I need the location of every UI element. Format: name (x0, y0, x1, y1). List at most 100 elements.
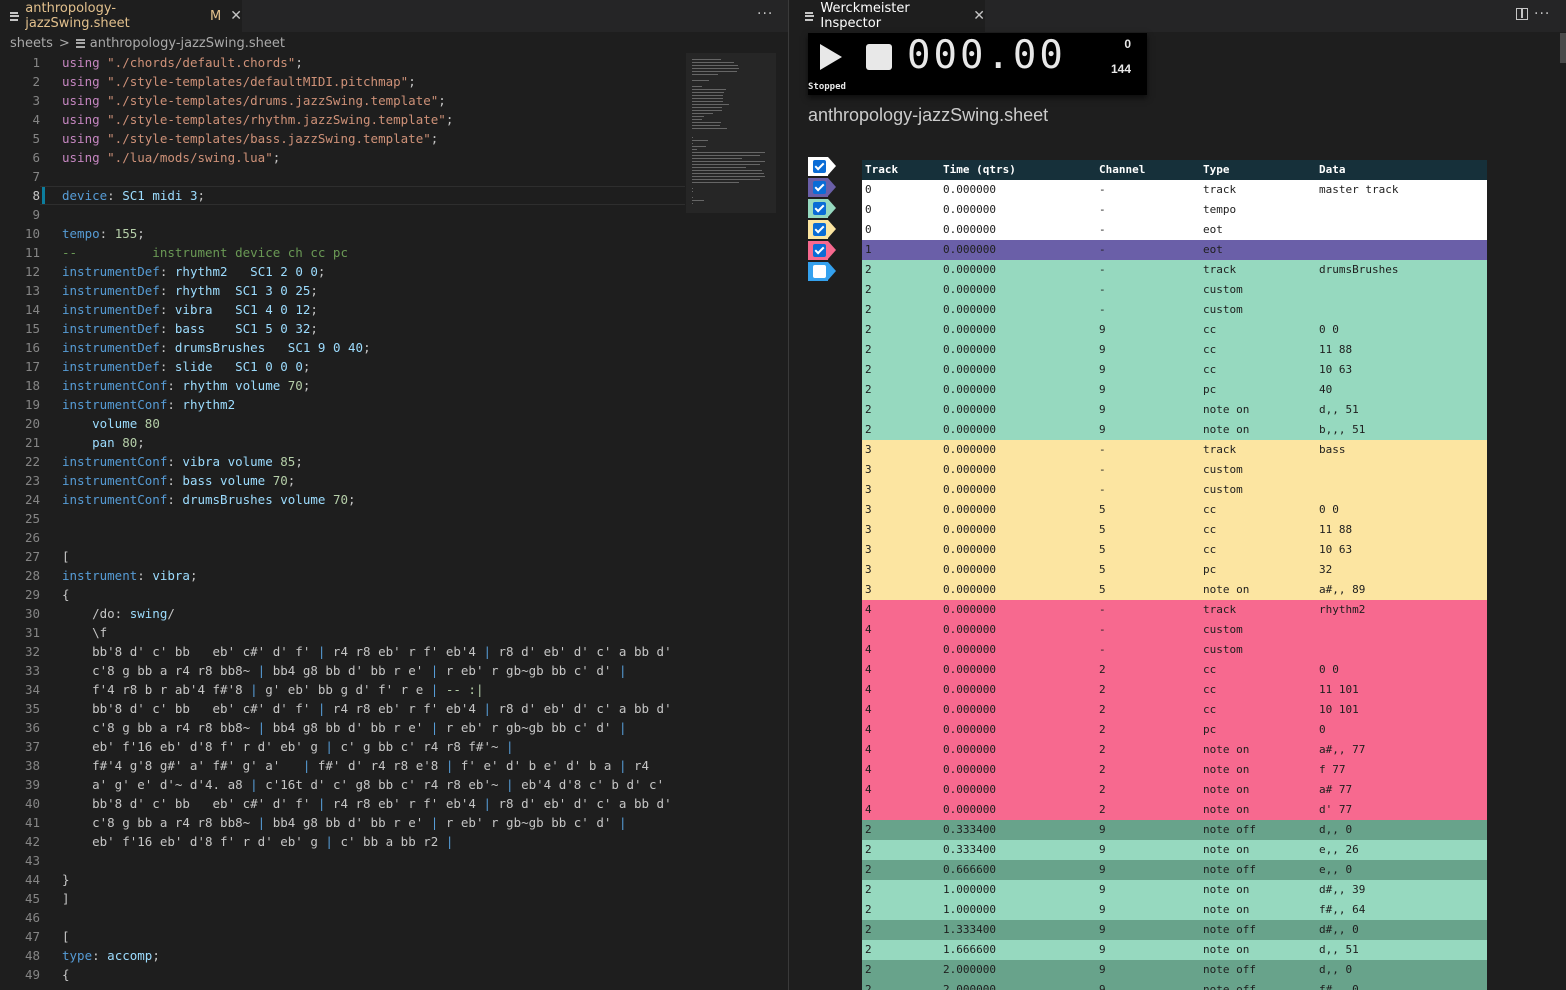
code-line[interactable]: [ (62, 927, 684, 946)
table-row[interactable]: 2 0.000000 9 cc 10 63 (862, 360, 1487, 380)
track-toggle[interactable] (808, 157, 838, 176)
code-line[interactable]: c'8 g bb a r4 r8 bb8~ | bb4 g8 bb d' bb … (62, 718, 684, 737)
code-line[interactable]: using "./chords/default.chords"; (62, 53, 684, 72)
table-row[interactable]: 2 0.000000 - custom (862, 300, 1487, 320)
table-row[interactable]: 0 0.000000 - track master track (862, 180, 1487, 200)
code-line[interactable]: eb' f'16 eb' d'8 f' r d' eb' g | c' bb a… (62, 832, 684, 851)
stop-icon[interactable] (866, 44, 892, 70)
code-line[interactable]: instrumentDef: slide SC1 0 0 0; (62, 357, 684, 376)
table-row[interactable]: 3 0.000000 - custom (862, 480, 1487, 500)
code-line[interactable]: c'8 g bb a r4 r8 bb8~ | bb4 g8 bb d' bb … (62, 813, 684, 832)
table-row[interactable]: 3 0.000000 5 cc 11 88 (862, 520, 1487, 540)
table-row[interactable]: 3 0.000000 5 pc 32 (862, 560, 1487, 580)
code-line[interactable]: tempo: 155; (62, 224, 684, 243)
code-line[interactable]: using "./lua/mods/swing.lua"; (62, 148, 684, 167)
table-row[interactable]: 2 1.333400 9 note off d#,, 0 (862, 920, 1487, 940)
table-row[interactable]: 2 0.333400 9 note on e,, 26 (862, 840, 1487, 860)
table-row[interactable]: 3 0.000000 - track bass (862, 440, 1487, 460)
code-line[interactable]: instrumentDef: drumsBrushes SC1 9 0 40; (62, 338, 684, 357)
table-row[interactable]: 4 0.000000 2 note on d' 77 (862, 800, 1487, 820)
split-editor-icon[interactable] (1516, 8, 1528, 20)
table-row[interactable]: 2 1.000000 9 note on d#,, 39 (862, 880, 1487, 900)
code-line[interactable]: /do: swing/ (62, 604, 684, 623)
code-line[interactable]: using "./style-templates/defaultMIDI.pit… (62, 72, 684, 91)
code-line[interactable] (62, 167, 684, 186)
code-line[interactable]: device: SC1 midi 3; (62, 186, 684, 205)
code-line[interactable]: pan 80; (62, 433, 684, 452)
minimap[interactable] (686, 53, 776, 213)
code-line[interactable]: c'8 g bb a r4 r8 bb8~ | bb4 g8 bb d' bb … (62, 661, 684, 680)
table-row[interactable]: 4 0.000000 2 cc 0 0 (862, 660, 1487, 680)
code-line[interactable]: a' g' e' d'~ d'4. a8 | c'16t d' c' g8 bb… (62, 775, 684, 794)
track-checkbox[interactable] (813, 181, 826, 194)
code-line[interactable]: instrumentDef: vibra SC1 4 0 12; (62, 300, 684, 319)
code-line[interactable]: { (62, 965, 684, 984)
track-toggle[interactable] (808, 241, 838, 260)
table-row[interactable]: 4 0.000000 - custom (862, 640, 1487, 660)
code-line[interactable] (62, 509, 684, 528)
table-row[interactable]: 0 0.000000 - tempo (862, 200, 1487, 220)
table-row[interactable]: 4 0.000000 - custom (862, 620, 1487, 640)
code-line[interactable]: instrumentConf: rhythm2 (62, 395, 684, 414)
table-row[interactable]: 3 0.000000 5 note on a#,, 89 (862, 580, 1487, 600)
code-line[interactable]: instrument: vibra; (62, 566, 684, 585)
code-line[interactable]: ] (62, 889, 684, 908)
tab-werckmeister-inspector[interactable]: Werckmeister Inspector ✕ (789, 0, 985, 32)
code-line[interactable]: f#'4 g'8 g#' a' f#' g' a' | f#' d' r4 r8… (62, 756, 684, 775)
code-line[interactable] (62, 205, 684, 224)
code-line[interactable]: instrumentConf: drumsBrushes volume 70; (62, 490, 684, 509)
breadcrumb-file[interactable]: anthropology-jazzSwing.sheet (90, 36, 285, 51)
table-row[interactable]: 4 0.000000 2 note on a#,, 77 (862, 740, 1487, 760)
track-toggle[interactable] (808, 220, 838, 239)
table-row[interactable]: 3 0.000000 - custom (862, 460, 1487, 480)
table-row[interactable]: 2 0.000000 9 cc 0 0 (862, 320, 1487, 340)
close-icon[interactable]: ✕ (230, 8, 242, 24)
code-line[interactable] (62, 851, 684, 870)
code-line[interactable] (62, 908, 684, 927)
table-row[interactable]: 2 0.000000 9 cc 11 88 (862, 340, 1487, 360)
code-area[interactable]: using "./chords/default.chords"; using ".… (62, 53, 684, 984)
code-line[interactable]: eb' f'16 eb' d'8 f' r d' eb' g | c' g bb… (62, 737, 684, 756)
tab-anthropology-sheet[interactable]: anthropology-jazzSwing.sheet M ✕ (0, 0, 242, 32)
table-row[interactable]: 3 0.000000 5 cc 10 63 (862, 540, 1487, 560)
code-line[interactable]: -- instrument device ch cc pc (62, 243, 684, 262)
table-row[interactable]: 2 0.000000 9 note on d,, 51 (862, 400, 1487, 420)
table-row[interactable]: 2 0.000000 - track drumsBrushes (862, 260, 1487, 280)
table-row[interactable]: 2 1.666600 9 note on d,, 51 (862, 940, 1487, 960)
table-row[interactable]: 4 0.000000 2 pc 0 (862, 720, 1487, 740)
table-row[interactable]: 4 0.000000 2 cc 11 101 (862, 680, 1487, 700)
more-actions-icon[interactable]: ··· (757, 6, 773, 22)
code-line[interactable]: instrumentConf: rhythm volume 70; (62, 376, 684, 395)
code-line[interactable]: bb'8 d' c' bb eb' c#' d' f' | r4 r8 eb' … (62, 794, 684, 813)
code-line[interactable]: instrumentConf: bass volume 70; (62, 471, 684, 490)
code-line[interactable]: instrumentDef: rhythm2 SC1 2 0 0; (62, 262, 684, 281)
code-line[interactable]: type: accomp; (62, 946, 684, 965)
table-row[interactable]: 2 0.000000 9 note on b,,, 51 (862, 420, 1487, 440)
track-toggle[interactable] (808, 178, 838, 197)
table-row[interactable]: 2 2.000000 9 note off d,, 0 (862, 960, 1487, 980)
track-toggle[interactable] (808, 199, 838, 218)
code-line[interactable]: f'4 r8 b r ab'4 f#'8 | g' eb' bb g d' f'… (62, 680, 684, 699)
code-line[interactable]: using "./style-templates/rhythm.jazzSwin… (62, 110, 684, 129)
table-row[interactable]: 4 0.000000 2 note on f 77 (862, 760, 1487, 780)
code-line[interactable]: bb'8 d' c' bb eb' c#' d' f' | r4 r8 eb' … (62, 699, 684, 718)
code-line[interactable]: [ (62, 547, 684, 566)
scrollbar-thumb[interactable] (1560, 33, 1566, 63)
track-toggle[interactable] (808, 262, 838, 281)
play-icon[interactable] (820, 44, 842, 70)
code-line[interactable]: instrumentDef: bass SC1 5 0 32; (62, 319, 684, 338)
code-line[interactable]: \f (62, 623, 684, 642)
code-line[interactable]: bb'8 d' c' bb eb' c#' d' f' | r4 r8 eb' … (62, 642, 684, 661)
track-checkbox[interactable] (813, 244, 826, 257)
table-row[interactable]: 4 0.000000 2 cc 10 101 (862, 700, 1487, 720)
table-row[interactable]: 4 0.000000 - track rhythm2 (862, 600, 1487, 620)
code-line[interactable]: instrumentDef: rhythm SC1 3 0 25; (62, 281, 684, 300)
table-row[interactable]: 4 0.000000 2 note on a# 77 (862, 780, 1487, 800)
table-row[interactable]: 0 0.000000 - eot (862, 220, 1487, 240)
table-row[interactable]: 2 2.000000 9 note off f#,, 0 (862, 980, 1487, 990)
table-row[interactable]: 2 0.333400 9 note off d,, 0 (862, 820, 1487, 840)
code-line[interactable]: volume 80 (62, 414, 684, 433)
track-checkbox[interactable] (813, 202, 826, 215)
table-row[interactable]: 1 0.000000 - eot (862, 240, 1487, 260)
code-line[interactable]: instrumentConf: vibra volume 85; (62, 452, 684, 471)
